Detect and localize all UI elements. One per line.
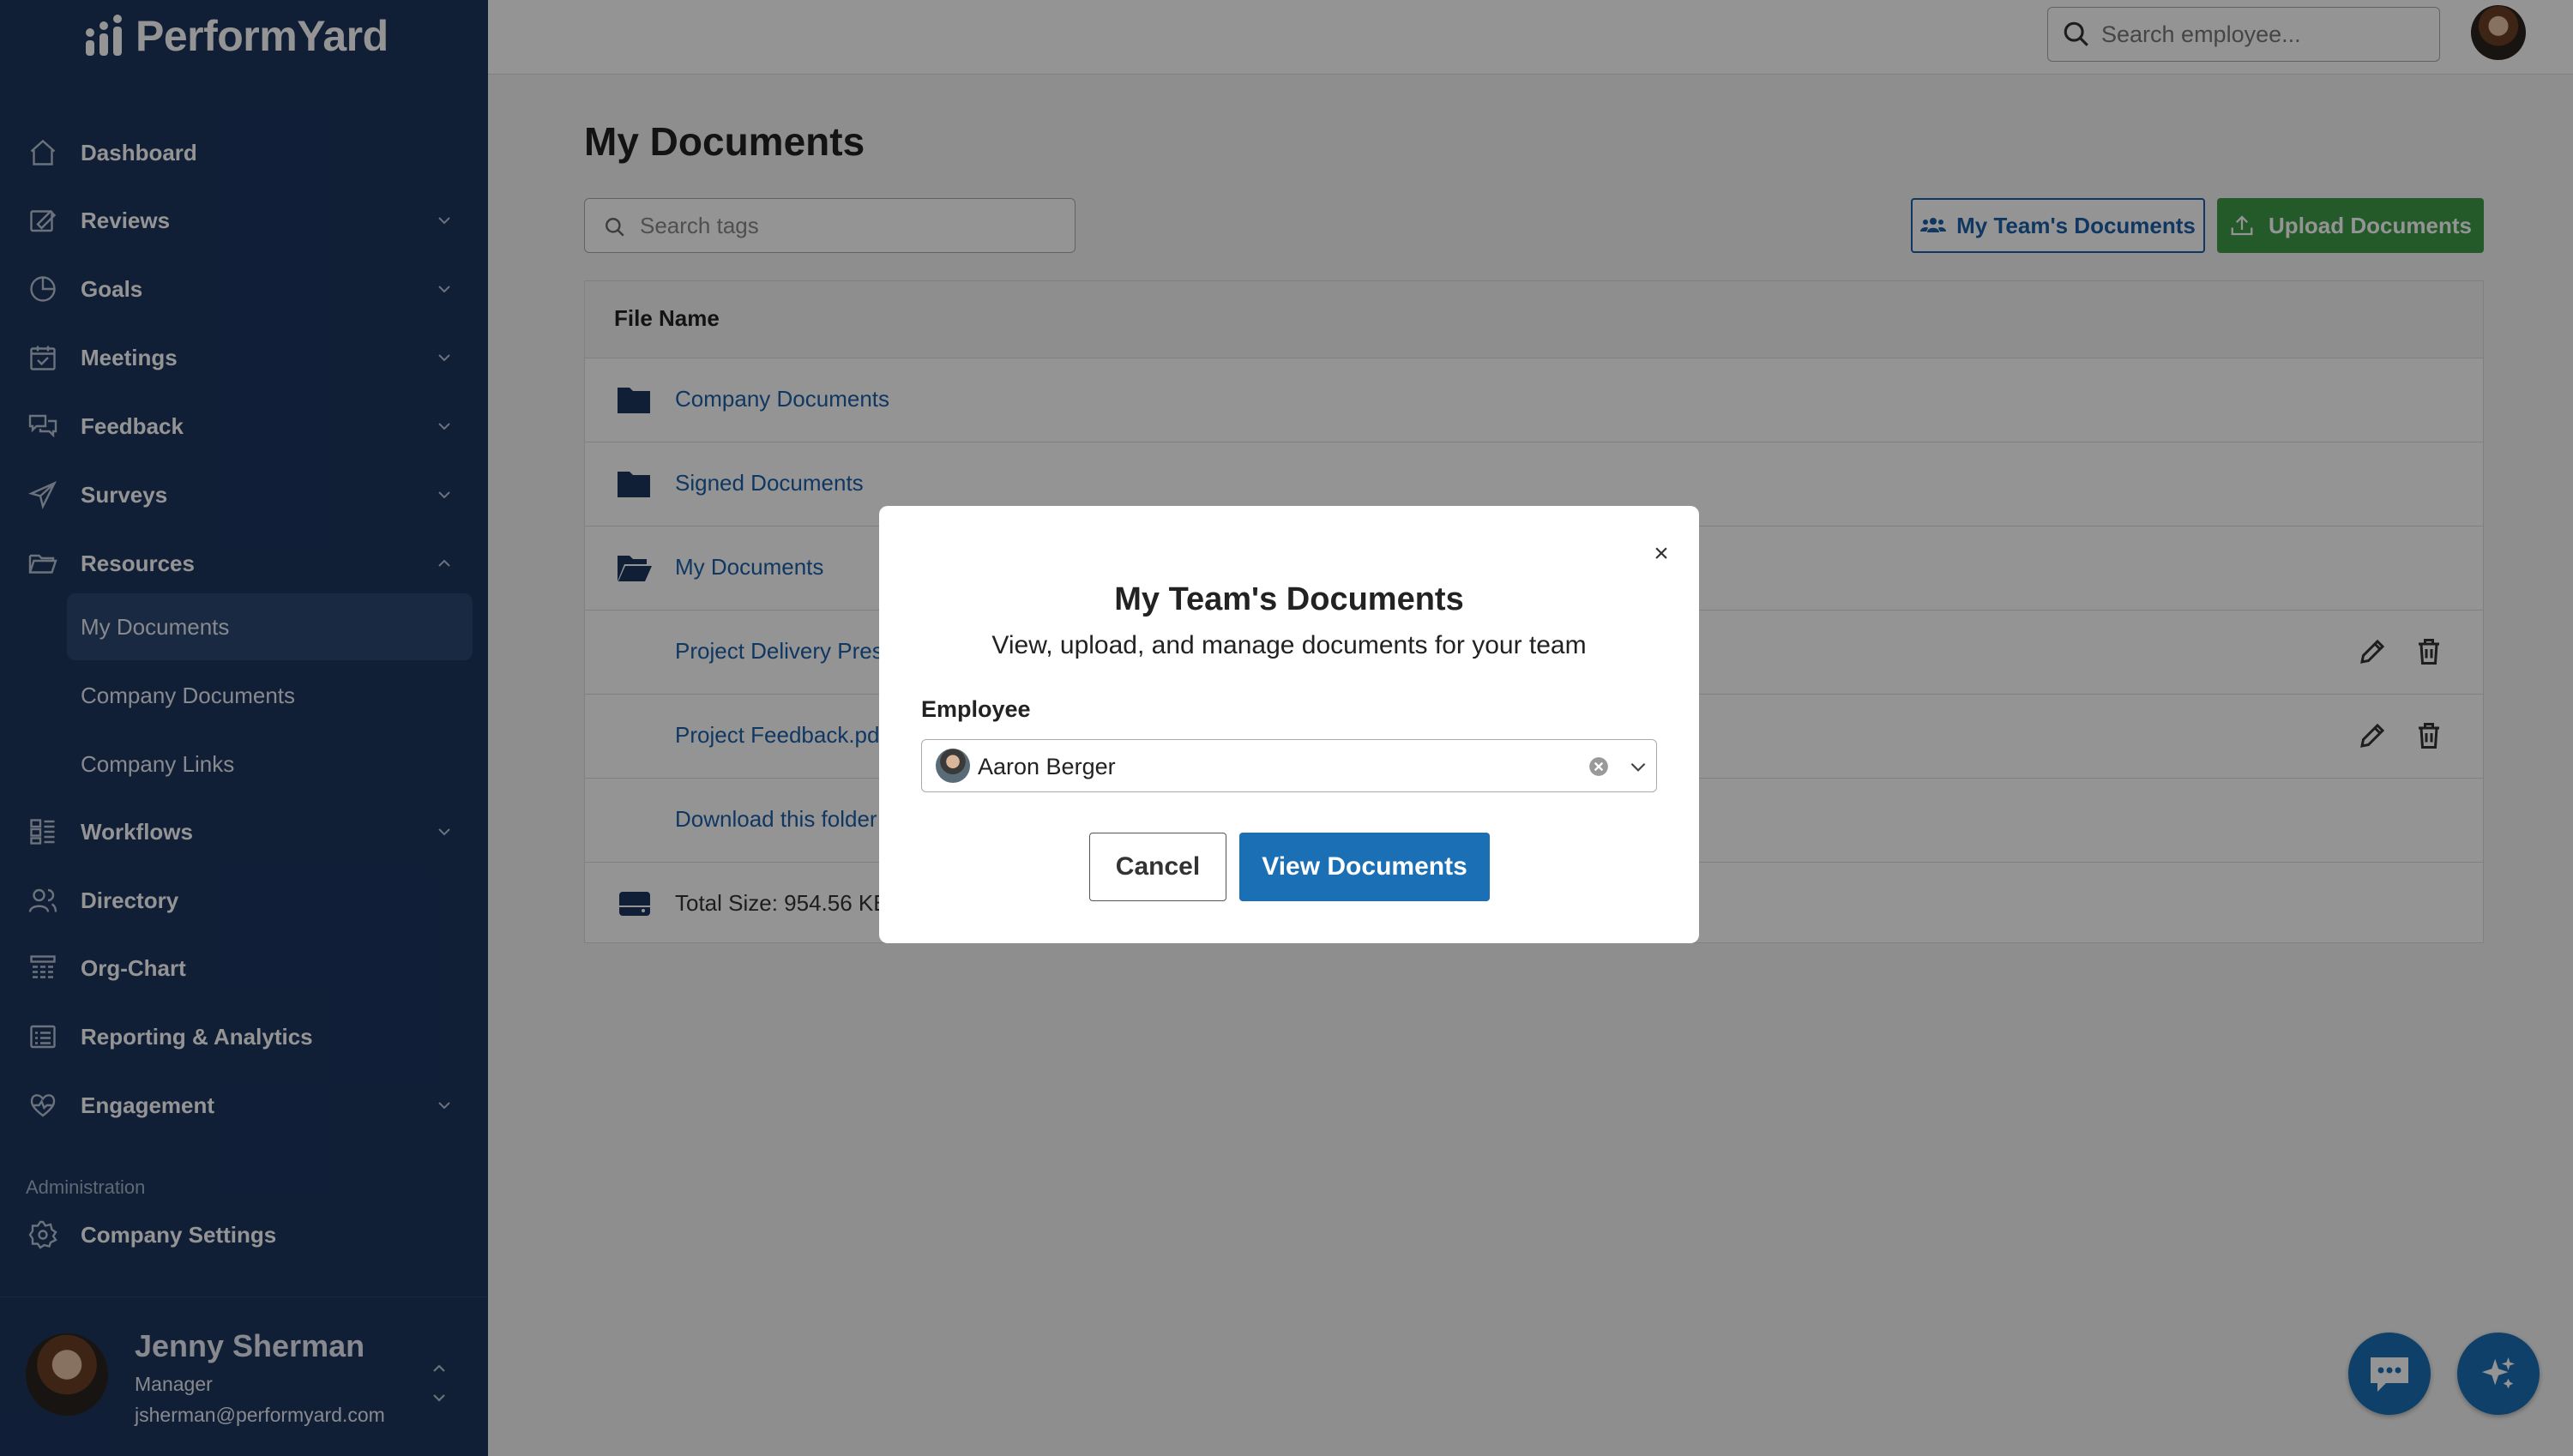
modal-subtitle: View, upload, and manage documents for y… bbox=[991, 631, 1587, 659]
team-documents-modal: × My Team's Documents View, upload, and … bbox=[879, 506, 1699, 943]
chevron-down-icon[interactable] bbox=[1627, 755, 1649, 778]
view-documents-button[interactable]: View Documents bbox=[1239, 833, 1490, 901]
employee-select[interactable]: Aaron Berger bbox=[921, 739, 1657, 792]
close-icon[interactable]: × bbox=[1648, 539, 1675, 568]
clear-icon[interactable] bbox=[1588, 755, 1610, 778]
employee-label: Employee bbox=[921, 696, 1031, 722]
cancel-button[interactable]: Cancel bbox=[1089, 833, 1226, 901]
employee-select-value: Aaron Berger bbox=[978, 754, 1116, 779]
modal-title: My Team's Documents bbox=[1114, 581, 1464, 617]
avatar bbox=[936, 749, 970, 783]
